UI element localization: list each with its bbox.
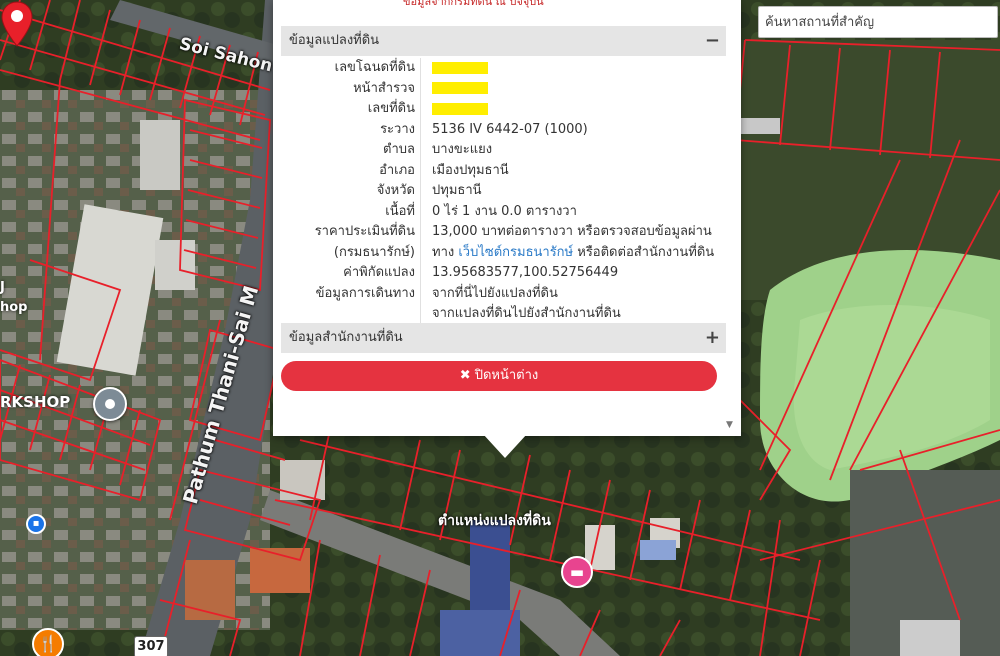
- row-label: อำเภอ: [379, 162, 415, 178]
- row-label: เลขที่ดิน: [367, 101, 415, 116]
- parcel-marker-label: ตำแหน่งแปลงที่ดิน: [438, 513, 551, 529]
- table-row: ระวาง 5136 IV 6442-07 (1000): [281, 120, 726, 141]
- hotel-icon[interactable]: ▬: [561, 556, 593, 588]
- row-label: เนื้อที่: [385, 203, 415, 219]
- row-value-redacted: [432, 58, 488, 79]
- poi-label-workshop: RKSHOP: [0, 393, 71, 411]
- row-label: ราคาประเมินที่ดิน: [314, 224, 415, 239]
- close-window-button[interactable]: ✖ ปิดหน้าต่าง: [281, 361, 717, 391]
- search-input[interactable]: [758, 6, 998, 38]
- popup-pointer: [483, 434, 527, 458]
- row-value: 0 ไร่ 1 งาน 0.0 ตารางวา: [432, 203, 577, 219]
- row-value: 5136 IV 6442-07 (1000): [432, 121, 588, 137]
- table-row: อำเภอ เมืองปทุมธานี: [281, 161, 726, 182]
- redacted-highlight: [432, 61, 488, 74]
- row-value: ปทุมธานี: [432, 183, 482, 198]
- parcel-location-pin-icon[interactable]: [0, 0, 34, 48]
- expand-icon[interactable]: +: [705, 323, 720, 353]
- row-label: ค่าพิกัดแปลง: [343, 265, 415, 280]
- restaurant-icon[interactable]: 🍴: [32, 628, 64, 656]
- table-row: ราคาประเมินที่ดิน 13,000 บาทต่อตารางวา ห…: [281, 222, 726, 243]
- table-row: เลขโฉนดที่ดิน: [281, 58, 726, 79]
- value-prefix: ทาง: [432, 244, 459, 260]
- row-label: หน้าสำรวจ: [353, 80, 415, 96]
- parcel-info-popup: ข้อมูลจากกรมที่ดิน ณ ปัจจุบัน ข้อมูลแปลง…: [273, 0, 741, 436]
- row-value: เมืองปทุมธานี: [432, 162, 509, 178]
- coordinates-link[interactable]: 13.95683577,100.52756449: [432, 263, 618, 284]
- directions-to-parcel-link[interactable]: จากที่นี่ไปยังแปลงที่ดิน: [432, 284, 558, 305]
- table-row: เลขที่ดิน: [281, 99, 726, 120]
- table-row: เนื้อที่ 0 ไร่ 1 งาน 0.0 ตารางวา: [281, 202, 726, 223]
- row-label: ข้อมูลการเดินทาง: [315, 285, 415, 301]
- section-title-office: ข้อมูลสำนักงานที่ดิน: [289, 330, 403, 345]
- row-label: จังหวัด: [376, 183, 415, 198]
- table-row: จังหวัด ปทุมธานี: [281, 181, 726, 202]
- row-label: เลขโฉนดที่ดิน: [334, 60, 415, 75]
- collapse-icon[interactable]: −: [705, 26, 720, 56]
- row-value: 13,000 บาทต่อตารางวา หรือตรวจสอบข้อมูลผ่…: [432, 224, 712, 239]
- place-pin-icon[interactable]: [93, 387, 127, 421]
- row-label: ระวาง: [380, 121, 415, 137]
- table-row: ค่าพิกัดแปลง 13.95683577,100.52756449: [281, 263, 726, 284]
- section-header-parcel[interactable]: ข้อมูลแปลงที่ดิน −: [281, 26, 726, 56]
- poi-label-number: J: [0, 280, 5, 295]
- scroll-down-icon[interactable]: ▼: [726, 420, 733, 430]
- row-label: (กรมธนารักษ์): [333, 244, 415, 260]
- table-row: หน้าสำรวจ: [281, 79, 726, 100]
- row-value: ทาง เว็บไซต์กรมธนารักษ์ หรือติดต่อสำนักง…: [432, 243, 714, 264]
- table-row: จากแปลงที่ดินไปยังสำนักงานที่ดิน: [281, 304, 726, 325]
- bus-stop-icon[interactable]: ▪: [26, 514, 46, 534]
- directions-to-office-link[interactable]: จากแปลงที่ดินไปยังสำนักงานที่ดิน: [432, 304, 621, 325]
- row-label: ตำบล: [383, 142, 415, 157]
- section-title-parcel: ข้อมูลแปลงที่ดิน: [289, 33, 380, 48]
- table-row: ข้อมูลการเดินทาง จากที่นี่ไปยังแปลงที่ดิ…: [281, 284, 726, 305]
- redacted-highlight: [432, 102, 488, 115]
- poi-label-shop: hop: [0, 300, 28, 315]
- value-suffix: หรือติดต่อสำนักงานที่ดิน: [573, 244, 715, 260]
- table-row: ตำบล บางขะแยง: [281, 140, 726, 161]
- route-shield: 307: [134, 636, 168, 656]
- row-value: บางขะแยง: [432, 142, 493, 157]
- popup-top-text: ข้อมูลจากกรมที่ดิน ณ ปัจจุบัน: [403, 0, 544, 8]
- parcel-info-table: เลขโฉนดที่ดิน หน้าสำรวจ เลขที่ดิน ระวาง …: [281, 58, 726, 325]
- section-header-office[interactable]: ข้อมูลสำนักงานที่ดิน +: [281, 323, 726, 353]
- row-value-redacted: [432, 79, 488, 100]
- table-row: (กรมธนารักษ์) ทาง เว็บไซต์กรมธนารักษ์ หร…: [281, 243, 726, 264]
- row-value-redacted: [432, 99, 488, 120]
- redacted-highlight: [432, 82, 488, 94]
- treasury-website-link[interactable]: เว็บไซต์กรมธนารักษ์: [458, 245, 573, 260]
